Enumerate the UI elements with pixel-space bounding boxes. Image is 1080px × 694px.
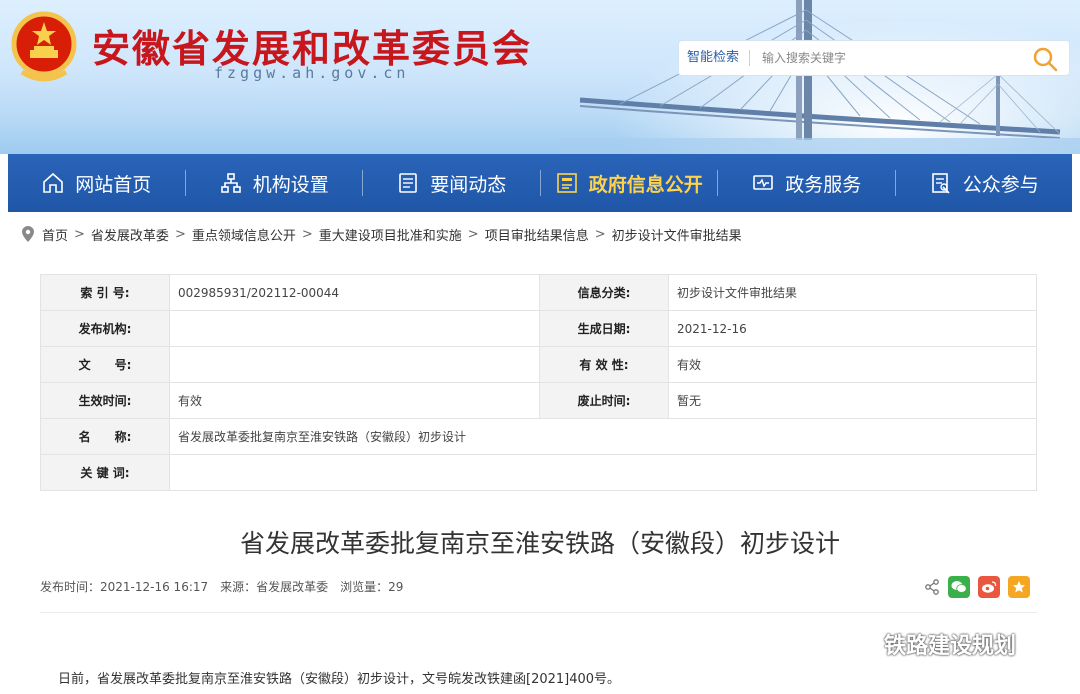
index-number-value: 002985931/202112-00044 <box>169 274 540 311</box>
breadcrumb-separator: > <box>174 226 186 242</box>
publish-time: 发布时间：2021-12-16 16:17 <box>40 580 209 594</box>
info-disclosure-icon <box>556 173 577 193</box>
search-bar: 智能检索 <box>678 40 1070 76</box>
keywords-label: 关 键 词: <box>40 454 170 491</box>
weibo-icon <box>982 581 997 593</box>
expiry-time-label: 废止时间: <box>539 382 669 419</box>
nav-item-services[interactable]: 政务服务 <box>718 154 895 212</box>
favorite-button[interactable] <box>1008 576 1030 598</box>
breadcrumb-separator: > <box>301 226 313 242</box>
keywords-value <box>169 454 1037 491</box>
nav-item-organization[interactable]: 机构设置 <box>186 154 363 212</box>
publisher-value <box>169 310 540 347</box>
main-nav: 网站首页 机构设置 要闻动态 政府信息公开 政务服务 公众参与 <box>8 154 1072 212</box>
view-count: 浏览量：29 <box>340 580 404 594</box>
breadcrumb-major-projects[interactable]: 重大建设项目批准和实施 <box>319 225 462 244</box>
location-pin-icon <box>22 226 34 242</box>
breadcrumb-home[interactable]: 首页 <box>42 225 68 244</box>
news-icon <box>399 173 418 193</box>
table-row: 文 号: 有 效 性: 有效 <box>40 346 1037 383</box>
national-emblem-logo <box>11 11 77 82</box>
table-row: 关 键 词: <box>40 454 1037 491</box>
nav-item-label: 政府信息公开 <box>588 173 703 196</box>
document-number-label: 文 号: <box>40 346 170 383</box>
expiry-time-value: 暂无 <box>668 382 1037 419</box>
breadcrumb-preliminary-design[interactable]: 初步设计文件审批结果 <box>612 225 742 244</box>
table-row: 名 称: 省发展改革委批复南京至淮安铁路（安徽段）初步设计 <box>40 418 1037 455</box>
index-number-label: 索 引 号: <box>40 274 170 311</box>
category-value: 初步设计文件审批结果 <box>668 274 1037 311</box>
search-input[interactable] <box>750 51 1011 65</box>
nav-item-label: 机构设置 <box>252 173 329 196</box>
breadcrumb: 首页 > 省发展改革委 > 重点领域信息公开 > 重大建设项目批准和实施 > 项… <box>22 224 742 244</box>
smart-search-label[interactable]: 智能检索 <box>679 50 751 66</box>
nav-item-label: 公众参与 <box>962 173 1039 196</box>
site-domain: fzggw.ah.gov.cn <box>214 64 410 82</box>
wechat-watermark: 铁路建设规划 <box>838 628 1016 660</box>
nav-item-participation[interactable]: 公众参与 <box>896 154 1073 212</box>
nav-item-label: 政务服务 <box>785 173 862 196</box>
weibo-share-button[interactable] <box>978 576 1000 598</box>
article-divider <box>40 612 1037 613</box>
document-number-value <box>169 346 540 383</box>
document-info-table: 索 引 号: 002985931/202112-00044 信息分类: 初步设计… <box>40 274 1037 491</box>
article-body-paragraph: 日前，省发展改革委批复南京至淮安铁路（安徽段）初步设计，文号皖发改铁建函[202… <box>58 672 621 687</box>
effective-time-value: 有效 <box>169 382 540 419</box>
generated-date-value: 2021-12-16 <box>668 310 1037 347</box>
org-chart-icon <box>220 173 241 193</box>
participation-icon <box>931 173 950 194</box>
header-banner: 安徽省发展和改革委员会 fzggw.ah.gov.cn 智能检索 <box>0 0 1080 154</box>
validity-value: 有效 <box>668 346 1037 383</box>
document-name-value: 省发展改革委批复南京至淮安铁路（安徽段）初步设计 <box>169 418 1037 455</box>
document-name-label: 名 称: <box>40 418 170 455</box>
publisher-label: 发布机构: <box>40 310 170 347</box>
table-row: 索 引 号: 002985931/202112-00044 信息分类: 初步设计… <box>40 274 1037 311</box>
share-toolbar <box>924 576 1030 598</box>
watermark-text: 铁路建设规划 <box>884 634 1017 659</box>
star-icon <box>1013 581 1025 593</box>
effective-time-label: 生效时间: <box>40 382 170 419</box>
breadcrumb-ndrc[interactable]: 省发展改革委 <box>91 225 169 244</box>
nav-item-label: 网站首页 <box>75 173 152 196</box>
wechat-logo-watermark-icon <box>838 630 877 657</box>
breadcrumb-separator: > <box>594 226 606 242</box>
validity-label: 有 效 性: <box>539 346 669 383</box>
search-icon[interactable] <box>1031 45 1059 73</box>
article-meta: 发布时间：2021-12-16 16:17 来源：省发展改革委 浏览量：29 <box>40 578 403 595</box>
nav-item-label: 要闻动态 <box>430 173 507 196</box>
breadcrumb-separator: > <box>467 226 479 242</box>
home-icon <box>43 172 64 193</box>
service-icon <box>753 175 774 190</box>
nav-item-info-disclosure[interactable]: 政府信息公开 <box>541 154 718 212</box>
breadcrumb-separator: > <box>74 226 85 242</box>
wechat-share-button[interactable] <box>948 576 970 598</box>
wechat-icon <box>951 581 967 593</box>
article-title: 省发展改革委批复南京至淮安铁路（安徽段）初步设计 <box>239 529 840 558</box>
generated-date-label: 生成日期: <box>539 310 669 347</box>
table-row: 发布机构: 生成日期: 2021-12-16 <box>40 310 1037 347</box>
nav-item-home[interactable]: 网站首页 <box>8 154 185 212</box>
article-source: 来源：省发展改革委 <box>220 580 329 594</box>
table-row: 生效时间: 有效 废止时间: 暂无 <box>40 382 1037 419</box>
category-label: 信息分类: <box>539 274 669 311</box>
nav-item-news[interactable]: 要闻动态 <box>363 154 540 212</box>
breadcrumb-key-areas[interactable]: 重点领域信息公开 <box>192 225 296 244</box>
share-icon[interactable] <box>924 579 940 595</box>
bridge-illustration <box>560 0 1080 154</box>
breadcrumb-approval-results[interactable]: 项目审批结果信息 <box>485 225 589 244</box>
